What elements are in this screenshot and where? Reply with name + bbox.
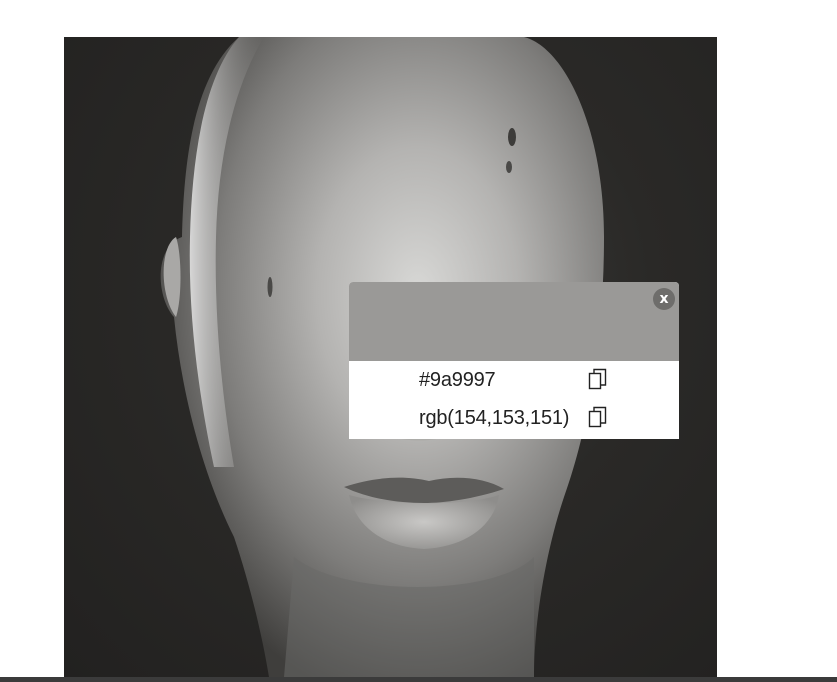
rgb-row: rgb(154,153,151) (349, 399, 679, 437)
color-swatch (349, 282, 679, 361)
bottom-border (0, 677, 837, 682)
rgb-value: rgb(154,153,151) (419, 407, 570, 429)
hex-value: #9a9997 (419, 369, 496, 391)
color-picker-popup: x #9a9997 rgb(154,153,151) (349, 282, 679, 439)
close-icon[interactable]: x (653, 288, 675, 310)
copy-icon[interactable] (587, 367, 609, 391)
copy-icon[interactable] (587, 405, 609, 429)
hex-row: #9a9997 (349, 361, 679, 399)
